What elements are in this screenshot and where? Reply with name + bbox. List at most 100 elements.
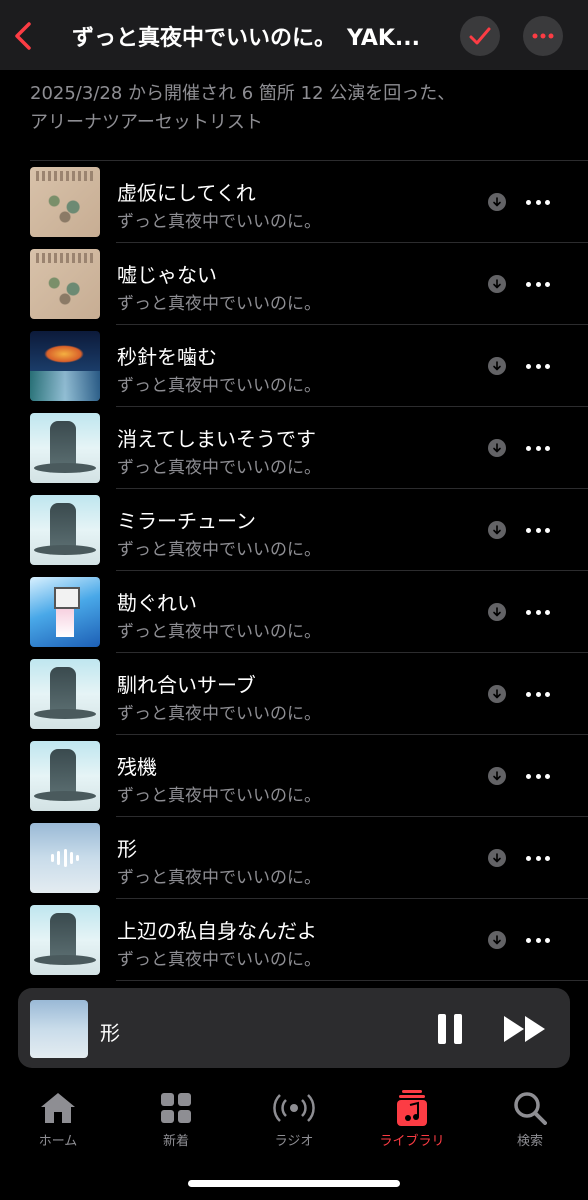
album-artwork xyxy=(30,495,100,565)
ellipsis-icon xyxy=(526,527,531,533)
track-row[interactable]: 残機 ずっと真夜中でいいのに。 xyxy=(0,735,588,817)
ellipsis-icon xyxy=(535,855,541,861)
downloaded-icon xyxy=(488,849,506,867)
track-more-button[interactable] xyxy=(526,439,550,457)
track-more-button[interactable] xyxy=(526,931,550,949)
ellipsis-icon xyxy=(545,855,550,861)
description-line: 2025/3/28 から開催され 6 箇所 12 公演を回った、 xyxy=(30,83,456,104)
ellipsis-icon xyxy=(532,33,554,39)
ellipsis-icon xyxy=(545,609,550,615)
ellipsis-icon xyxy=(545,199,550,205)
ellipsis-icon xyxy=(535,609,541,615)
ellipsis-icon xyxy=(535,445,541,451)
track-artist: ずっと真夜中でいいのに。 xyxy=(117,212,321,232)
home-icon xyxy=(41,1093,75,1123)
tab-search[interactable]: 検索 xyxy=(490,1088,570,1149)
more-options-button[interactable] xyxy=(523,16,563,56)
tab-new[interactable]: 新着 xyxy=(136,1088,216,1149)
track-more-button[interactable] xyxy=(526,603,550,621)
playlist-description: 2025/3/28 から開催され 6 箇所 12 公演を回った、 アリーナツアー… xyxy=(30,79,570,137)
chevron-left-icon xyxy=(15,22,31,50)
home-indicator xyxy=(188,1180,400,1187)
grid-icon xyxy=(161,1093,191,1123)
track-artist: ずっと真夜中でいいのに。 xyxy=(117,950,321,970)
pause-button[interactable] xyxy=(438,1014,462,1044)
track-more-button[interactable] xyxy=(526,521,550,539)
tab-label: ホーム xyxy=(38,1134,78,1149)
downloaded-icon xyxy=(488,931,506,949)
album-artwork xyxy=(30,823,100,893)
track-artist: ずっと真夜中でいいのに。 xyxy=(117,376,321,396)
downloaded-icon xyxy=(488,603,506,621)
track-more-button[interactable] xyxy=(526,767,550,785)
tab-label: 検索 xyxy=(516,1134,543,1149)
ellipsis-icon xyxy=(526,937,531,943)
track-artist: ずっと真夜中でいいのに。 xyxy=(117,458,321,478)
fast-forward-button[interactable] xyxy=(502,1014,548,1048)
ellipsis-icon xyxy=(535,691,541,697)
track-title: 馴れ合いサーブ xyxy=(117,673,256,697)
track-title: 上辺の私自身なんだよ xyxy=(117,919,317,943)
ellipsis-icon xyxy=(526,691,531,697)
track-more-button[interactable] xyxy=(526,357,550,375)
back-button[interactable] xyxy=(8,18,38,54)
ellipsis-icon xyxy=(526,445,531,451)
track-artist: ずっと真夜中でいいのに。 xyxy=(117,868,321,888)
track-title: 嘘じゃない xyxy=(117,263,217,287)
track-title: 勘ぐれい xyxy=(117,591,197,615)
now-playing-title: 形 xyxy=(100,1021,120,1045)
divider xyxy=(116,980,588,981)
track-more-button[interactable] xyxy=(526,685,550,703)
track-row[interactable]: 形ずっと真夜中でいいのに。 xyxy=(0,817,588,899)
tab-library[interactable]: ライブラリ xyxy=(372,1088,452,1149)
track-artist: ずっと真夜中でいいのに。 xyxy=(117,622,321,642)
ellipsis-icon xyxy=(545,691,550,697)
track-more-button[interactable] xyxy=(526,849,550,867)
ellipsis-icon xyxy=(545,445,550,451)
added-to-library-button[interactable] xyxy=(460,16,500,56)
ellipsis-icon xyxy=(535,773,541,779)
album-artwork xyxy=(30,249,100,319)
downloaded-icon xyxy=(488,685,506,703)
ellipsis-icon xyxy=(526,855,531,861)
downloaded-icon xyxy=(488,439,506,457)
ellipsis-icon xyxy=(526,609,531,615)
track-artist: ずっと真夜中でいいのに。 xyxy=(117,786,321,806)
ellipsis-icon xyxy=(535,937,541,943)
search-icon xyxy=(514,1092,547,1125)
track-row[interactable]: 消えてしまいそうです ずっと真夜中でいいのに。 xyxy=(0,407,588,489)
now-playing-bars-icon xyxy=(51,848,79,868)
track-more-button[interactable] xyxy=(526,275,550,293)
track-row[interactable]: 馴れ合いサーブ ずっと真夜中でいいのに。 xyxy=(0,653,588,735)
downloaded-icon xyxy=(488,521,506,539)
track-title: 秒針を噛む xyxy=(117,345,217,369)
track-row[interactable]: 秒針を噛むずっと真夜中でいいのに。 xyxy=(0,325,588,407)
tab-radio[interactable]: ラジオ xyxy=(254,1088,334,1149)
pause-icon xyxy=(438,1014,446,1044)
track-row[interactable]: 虚仮にしてくれ ずっと真夜中でいいのに。 xyxy=(0,161,588,243)
track-list: 虚仮にしてくれ ずっと真夜中でいいのに。 嘘じゃない ずっと真夜中でいいのに。 秒針を噛… xyxy=(0,160,588,981)
track-row[interactable]: 上辺の私自身なんだよずっと真夜中でいいのに。 xyxy=(0,899,588,981)
album-artwork xyxy=(30,577,100,647)
mini-player[interactable]: 形 xyxy=(18,988,570,1068)
track-row[interactable]: ミラーチューン ずっと真夜中でいいのに。 xyxy=(0,489,588,571)
track-more-button[interactable] xyxy=(526,193,550,211)
tab-label: 新着 xyxy=(162,1134,189,1149)
tab-label: ラジオ xyxy=(274,1134,314,1149)
ellipsis-icon xyxy=(535,281,541,287)
track-row[interactable]: 嘘じゃない ずっと真夜中でいいのに。 xyxy=(0,243,588,325)
ellipsis-icon xyxy=(535,527,541,533)
tab-home[interactable]: ホーム xyxy=(18,1088,98,1149)
radio-icon xyxy=(273,1094,315,1122)
album-artwork xyxy=(30,413,100,483)
album-artwork xyxy=(30,167,100,237)
track-title: ミラーチューン xyxy=(117,509,256,533)
ellipsis-icon xyxy=(545,937,550,943)
ellipsis-icon xyxy=(535,199,541,205)
track-row[interactable]: 勘ぐれいずっと真夜中でいいのに。 xyxy=(0,571,588,653)
album-artwork xyxy=(30,741,100,811)
fast-forward-icon xyxy=(504,1016,545,1042)
ellipsis-icon xyxy=(545,363,550,369)
navigation-bar: ずっと真夜中でいいのに。 YAK... xyxy=(0,0,588,70)
library-icon xyxy=(397,1090,427,1126)
